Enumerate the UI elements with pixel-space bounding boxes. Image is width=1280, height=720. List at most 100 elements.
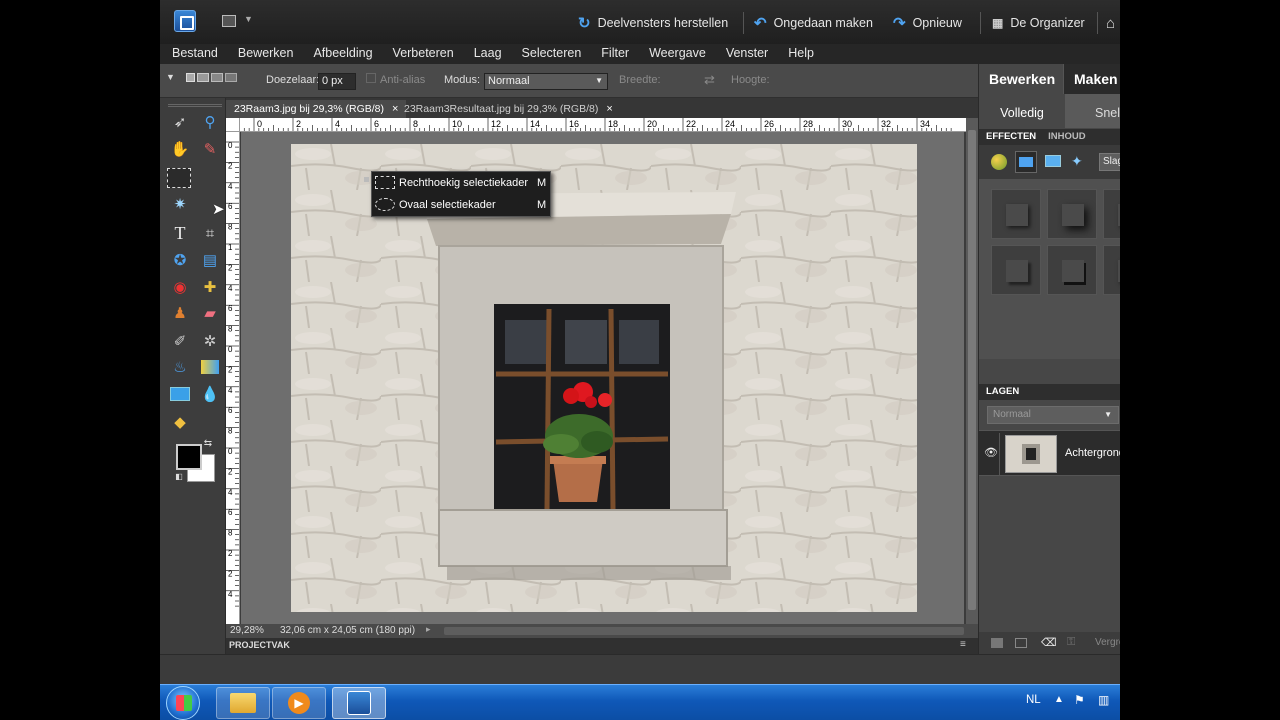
start-button[interactable] xyxy=(166,686,200,720)
filters-icon[interactable] xyxy=(991,154,1007,170)
type-tool-icon[interactable]: T xyxy=(169,222,191,244)
healing-brush-tool-icon[interactable]: ✚ xyxy=(199,276,221,298)
photoshop-elements-icon xyxy=(347,691,371,715)
swap-icon[interactable]: ⇄ xyxy=(704,72,715,88)
scrollbar-thumb[interactable] xyxy=(968,130,976,610)
blend-mode-select[interactable]: Normaal ▼ xyxy=(987,406,1119,424)
marquee-tool-icon[interactable] xyxy=(167,168,191,188)
menu-help[interactable]: Help xyxy=(776,44,822,64)
language-indicator[interactable]: NL xyxy=(1026,694,1041,706)
zoom-level[interactable]: 29,28% xyxy=(230,625,264,636)
blur-tool-icon[interactable]: 💧 xyxy=(199,383,221,405)
new-adjustment-icon[interactable] xyxy=(1015,638,1027,648)
menu-bewerken[interactable]: Bewerken xyxy=(226,44,302,64)
eyedropper-tool-icon[interactable]: ✎ xyxy=(199,138,221,160)
toolbox-grip[interactable] xyxy=(168,104,222,107)
effect-thumbnail[interactable] xyxy=(1103,189,1120,239)
feather-input[interactable]: 0 px xyxy=(318,73,356,90)
hand-tool-icon[interactable]: ✋ xyxy=(169,138,191,160)
lock-icon[interactable]: ⚿ xyxy=(1067,636,1075,649)
vertical-scrollbar[interactable] xyxy=(966,118,978,624)
close-tab-icon[interactable]: × xyxy=(606,103,612,115)
straighten-tool-icon[interactable]: ▤ xyxy=(199,249,221,271)
restore-panels-button[interactable]: ↻ Deelvensters herstellen xyxy=(578,13,728,33)
options-menu-icon[interactable]: ▼ xyxy=(166,72,175,82)
move-tool-icon[interactable]: ➶ xyxy=(169,111,191,133)
effect-thumbnail[interactable] xyxy=(1047,189,1097,239)
layer-styles-icon[interactable] xyxy=(1015,151,1037,173)
shape-tool-icon[interactable] xyxy=(170,387,190,401)
tab-document-2[interactable]: 23Raam3Resultaat.jpg bij 29,3% (RGB/8) × xyxy=(396,100,621,118)
brush-tool-icon[interactable]: ✐ xyxy=(169,330,191,352)
default-colors-icon[interactable]: ◧ xyxy=(174,472,184,482)
redo-button[interactable]: ↷ Opnieuw xyxy=(893,13,962,33)
foreground-color-swatch[interactable] xyxy=(176,444,202,470)
show-hidden-icons[interactable]: ▲ xyxy=(1054,694,1064,705)
crop-tool-icon[interactable]: ⌗ xyxy=(199,222,221,244)
photo-effects-icon[interactable] xyxy=(1045,155,1061,167)
undo-button[interactable]: ↶ Ongedaan maken xyxy=(754,13,873,33)
effects-dropdown[interactable]: Slagschaduw xyxy=(1099,153,1120,171)
paint-bucket-tool-icon[interactable]: ♨ xyxy=(169,356,191,378)
photoshop-taskbar-button[interactable] xyxy=(332,687,386,719)
mode-select[interactable]: Normaal ▼ xyxy=(484,73,608,90)
all-effects-icon[interactable]: ✦ xyxy=(1071,153,1087,169)
effect-thumbnail[interactable] xyxy=(991,189,1041,239)
effect-thumbnail[interactable] xyxy=(1047,245,1097,295)
network-icon[interactable]: ▥ xyxy=(1098,693,1109,707)
red-eye-tool-icon[interactable]: ◉ xyxy=(169,276,191,298)
canvas-area[interactable] xyxy=(241,132,964,624)
panel-menu-icon[interactable]: ≡ xyxy=(960,639,966,650)
menu-venster[interactable]: Venster xyxy=(714,44,776,64)
help-icon: ⌂ xyxy=(1106,14,1116,32)
delete-layer-icon[interactable]: ⌫ xyxy=(1041,636,1057,649)
height-label: Hoogte: xyxy=(731,74,770,86)
menu-afbeelding[interactable]: Afbeelding xyxy=(301,44,380,64)
flyout-item-elliptical-marquee[interactable]: Ovaal selectiekader M xyxy=(372,194,552,216)
effect-thumbnail[interactable] xyxy=(991,245,1041,295)
layer-row[interactable]: 👁 Achtergrond xyxy=(979,430,1120,476)
horizontal-scrollbar[interactable] xyxy=(444,627,964,635)
tab-bewerken[interactable]: Bewerken xyxy=(979,64,1063,94)
tab-effecten[interactable]: EFFECTEN xyxy=(986,129,1036,145)
layout-selector[interactable]: ▼ xyxy=(222,14,253,30)
gradient-tool-icon[interactable] xyxy=(201,360,219,374)
subtab-snel[interactable]: Snel xyxy=(1095,94,1120,132)
info-menu-icon[interactable]: ▸ xyxy=(426,624,431,635)
eraser-tool-icon[interactable]: ▰ xyxy=(199,302,221,324)
windows-logo-icon xyxy=(176,695,192,711)
antialias-checkbox[interactable] xyxy=(366,73,376,83)
help-button[interactable]: ⌂ xyxy=(1106,13,1115,33)
menu-filter[interactable]: Filter xyxy=(589,44,637,64)
ruler-label: 6 xyxy=(228,406,233,415)
cookie-cutter-tool-icon[interactable]: ✪ xyxy=(169,249,191,271)
tab-document-1[interactable]: 23Raam3.jpg bij 29,3% (RGB/8) × xyxy=(226,100,407,118)
menu-selecteren[interactable]: Selecteren xyxy=(510,44,590,64)
subtab-volledig[interactable]: Volledig xyxy=(979,94,1065,128)
flyout-item-rectangular-marquee[interactable]: Rechthoekig selectiekader M xyxy=(364,172,552,194)
menu-bestand[interactable]: Bestand xyxy=(160,44,226,64)
project-bin-label[interactable]: PROJECTVAK xyxy=(229,640,290,650)
ruler-label: 8 xyxy=(228,427,233,436)
sponge-tool-icon[interactable]: ◆ xyxy=(169,411,191,433)
organizer-button[interactable]: ▦ De Organizer xyxy=(992,13,1085,33)
clone-stamp-tool-icon[interactable]: ♟ xyxy=(169,302,191,324)
zoom-tool-icon[interactable]: ⚲ xyxy=(199,111,221,133)
effect-thumbnail[interactable] xyxy=(1103,245,1120,295)
new-layer-icon[interactable] xyxy=(991,638,1003,648)
eye-icon[interactable]: 👁 xyxy=(984,446,998,459)
action-center-flag-icon[interactable]: ⚑ xyxy=(1074,693,1085,707)
ruler-origin[interactable] xyxy=(226,118,240,132)
magic-wand-tool-icon[interactable]: ✷ xyxy=(169,193,191,215)
selection-mode-icons[interactable] xyxy=(186,73,237,82)
swap-colors-icon[interactable]: ⇆ xyxy=(202,438,214,450)
layers-header[interactable]: LAGEN xyxy=(979,384,1120,400)
smart-brush-tool-icon[interactable]: ✲ xyxy=(199,330,221,352)
tab-inhoud[interactable]: INHOUD xyxy=(1048,129,1085,145)
menu-laag[interactable]: Laag xyxy=(462,44,510,64)
explorer-taskbar-button[interactable] xyxy=(216,687,270,719)
media-player-taskbar-button[interactable]: ▶ xyxy=(272,687,326,719)
menu-weergave[interactable]: Weergave xyxy=(637,44,714,64)
tab-maken[interactable]: Maken xyxy=(1063,64,1120,94)
menu-verbeteren[interactable]: Verbeteren xyxy=(381,44,462,64)
